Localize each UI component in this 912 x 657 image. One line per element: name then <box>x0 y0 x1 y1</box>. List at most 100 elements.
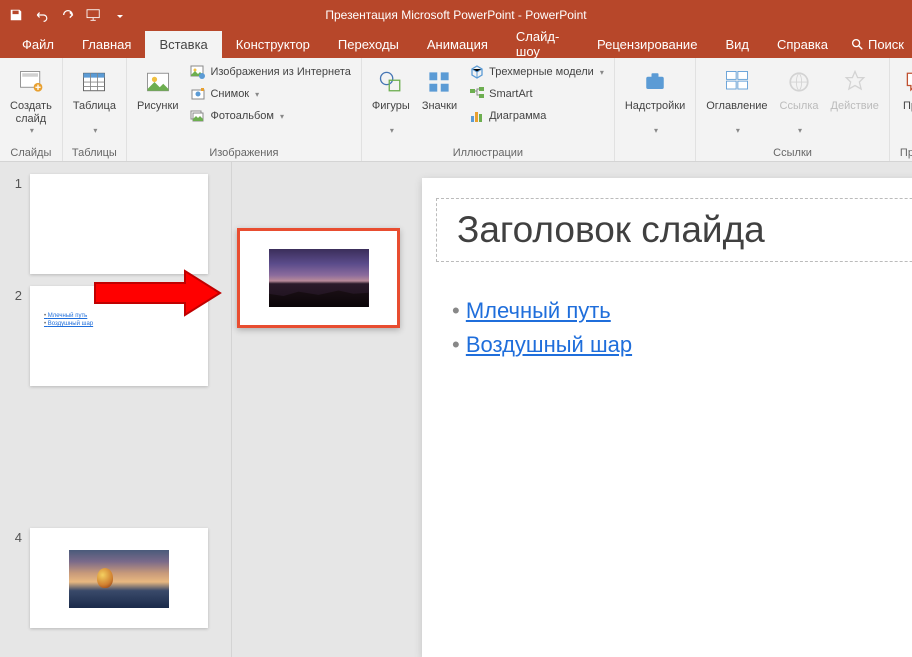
ribbon-group-images: Рисунки Изображения из Интернета Снимок▾… <box>127 58 362 161</box>
thumbnail-4[interactable]: 4 <box>0 524 231 636</box>
thumbnail-panel: 1 2 • Млечный путь • Воздушный шар 4 <box>0 162 232 657</box>
ribbon-group-illustrations: Фигуры▾ Значки Трехмерные модели▾ SmartA… <box>362 58 615 161</box>
menu-help[interactable]: Справка <box>763 31 842 58</box>
new-slide-button[interactable]: Создать слайд▾ <box>6 62 56 136</box>
window-title: Презентация Microsoft PowerPoint - Power… <box>325 8 586 22</box>
online-images-label: Изображения из Интернета <box>210 66 350 78</box>
comment-button[interactable]: Прим <box>896 62 912 113</box>
search-label: Поиск <box>868 37 904 52</box>
screenshot-label: Снимок <box>210 88 249 100</box>
save-button[interactable] <box>4 3 28 27</box>
slide[interactable]: Заголовок слайда Млечный путь Воздушный … <box>422 178 912 657</box>
new-slide-icon <box>15 66 47 98</box>
icons-button[interactable]: Значки <box>418 62 461 113</box>
pictures-label: Рисунки <box>137 100 179 113</box>
menu-home[interactable]: Главная <box>68 31 145 58</box>
addins-label: Надстройки <box>625 100 685 113</box>
3dmodels-label: Трехмерные модели <box>489 66 594 78</box>
pictures-button[interactable]: Рисунки <box>133 62 183 113</box>
arrow-annotation <box>90 268 230 318</box>
thumb-link1: Млечный путь <box>48 313 88 319</box>
icons-icon <box>423 66 455 98</box>
slide-body[interactable]: Млечный путь Воздушный шар <box>452 298 632 366</box>
3dmodels-button[interactable]: Трехмерные модели▾ <box>465 62 608 82</box>
slide-link-2[interactable]: Воздушный шар <box>466 332 632 357</box>
action-button[interactable]: Действие <box>827 62 883 113</box>
start-slideshow-button[interactable] <box>82 3 106 27</box>
menu-bar: Файл Главная Вставка Конструктор Переход… <box>0 30 912 58</box>
group-label-images: Изображения <box>133 145 355 159</box>
addins-button[interactable]: Надстройки▾ <box>621 62 689 136</box>
3dmodels-icon <box>469 64 485 80</box>
online-images-button[interactable]: Изображения из Интернета <box>186 62 354 82</box>
menu-transitions[interactable]: Переходы <box>324 31 413 58</box>
balloon-image <box>69 550 169 608</box>
table-button[interactable]: Таблица▾ <box>69 62 120 136</box>
menu-search[interactable]: Поиск <box>850 37 904 52</box>
action-label: Действие <box>831 100 879 113</box>
menu-file[interactable]: Файл <box>8 31 68 58</box>
screenshot-icon <box>190 86 206 102</box>
pictures-icon <box>142 66 174 98</box>
menu-animations[interactable]: Анимация <box>413 31 502 58</box>
link-label: Ссылка <box>780 100 819 113</box>
toc-label: Оглавление <box>706 100 767 113</box>
menu-view[interactable]: Вид <box>711 31 763 58</box>
addins-icon <box>639 66 671 98</box>
ribbon-group-tables: Таблица▾ Таблицы <box>63 58 127 161</box>
undo-button[interactable] <box>30 3 54 27</box>
slide-link-1[interactable]: Млечный путь <box>466 298 611 323</box>
shapes-icon <box>375 66 407 98</box>
slide-title-placeholder[interactable]: Заголовок слайда <box>436 198 912 262</box>
table-label: Таблица <box>73 100 116 113</box>
chart-icon <box>469 108 485 124</box>
thumb-number: 1 <box>10 174 22 191</box>
chart-button[interactable]: Диаграмма <box>465 106 608 126</box>
menu-insert[interactable]: Вставка <box>145 31 221 58</box>
qat-customize-button[interactable] <box>108 3 132 27</box>
action-icon <box>839 66 871 98</box>
group-label-tables: Таблицы <box>69 145 120 159</box>
ribbon-group-addins: Надстройки▾ <box>615 58 696 161</box>
group-label-comments: Приме <box>896 145 912 159</box>
group-label-addins <box>621 157 689 159</box>
photoalbum-icon <box>190 108 206 124</box>
menu-review[interactable]: Рецензирование <box>583 31 711 58</box>
link-button[interactable]: Ссылка▾ <box>776 62 823 136</box>
slide-title: Заголовок слайда <box>457 209 912 251</box>
thumb-preview <box>30 528 208 628</box>
quick-access-toolbar <box>4 3 132 27</box>
chart-label: Диаграмма <box>489 110 546 122</box>
photoalbum-button[interactable]: Фотоальбом▾ <box>186 106 354 126</box>
online-images-icon <box>190 64 206 80</box>
workspace: 1 2 • Млечный путь • Воздушный шар 4 Заг… <box>0 162 912 657</box>
milkyway-image <box>269 249 369 307</box>
ribbon-group-slides: Создать слайд▾ Слайды <box>0 58 63 161</box>
dragged-slide-thumbnail[interactable] <box>237 228 400 328</box>
table-icon <box>78 66 110 98</box>
icons-label: Значки <box>422 100 457 113</box>
shapes-button[interactable]: Фигуры▾ <box>368 62 414 136</box>
thumb-link2: Воздушный шар <box>48 321 93 327</box>
redo-button[interactable] <box>56 3 80 27</box>
title-bar: Презентация Microsoft PowerPoint - Power… <box>0 0 912 30</box>
smartart-icon <box>469 86 485 102</box>
toc-button[interactable]: Оглавление▾ <box>702 62 771 136</box>
ribbon: Создать слайд▾ Слайды Таблица▾ Таблицы Р… <box>0 58 912 162</box>
photoalbum-label: Фотоальбом <box>210 110 274 122</box>
thumb-number: 2 <box>10 286 22 303</box>
smartart-button[interactable]: SmartArt <box>465 84 608 104</box>
shapes-label: Фигуры <box>372 100 410 113</box>
thumb-number: 4 <box>10 528 22 545</box>
toc-icon <box>721 66 753 98</box>
screenshot-button[interactable]: Снимок▾ <box>186 84 354 104</box>
menu-design[interactable]: Конструктор <box>222 31 324 58</box>
thumbnail-1[interactable]: 1 <box>0 170 231 282</box>
group-label-links: Ссылки <box>702 145 883 159</box>
comment-label: Прим <box>903 100 912 113</box>
group-label-slides: Слайды <box>6 145 56 159</box>
thumb-preview <box>30 174 208 274</box>
ribbon-group-links: Оглавление▾ Ссылка▾ Действие Ссылки <box>696 58 890 161</box>
group-label-illustrations: Иллюстрации <box>368 145 608 159</box>
ribbon-group-comments: Прим Приме <box>890 58 912 161</box>
